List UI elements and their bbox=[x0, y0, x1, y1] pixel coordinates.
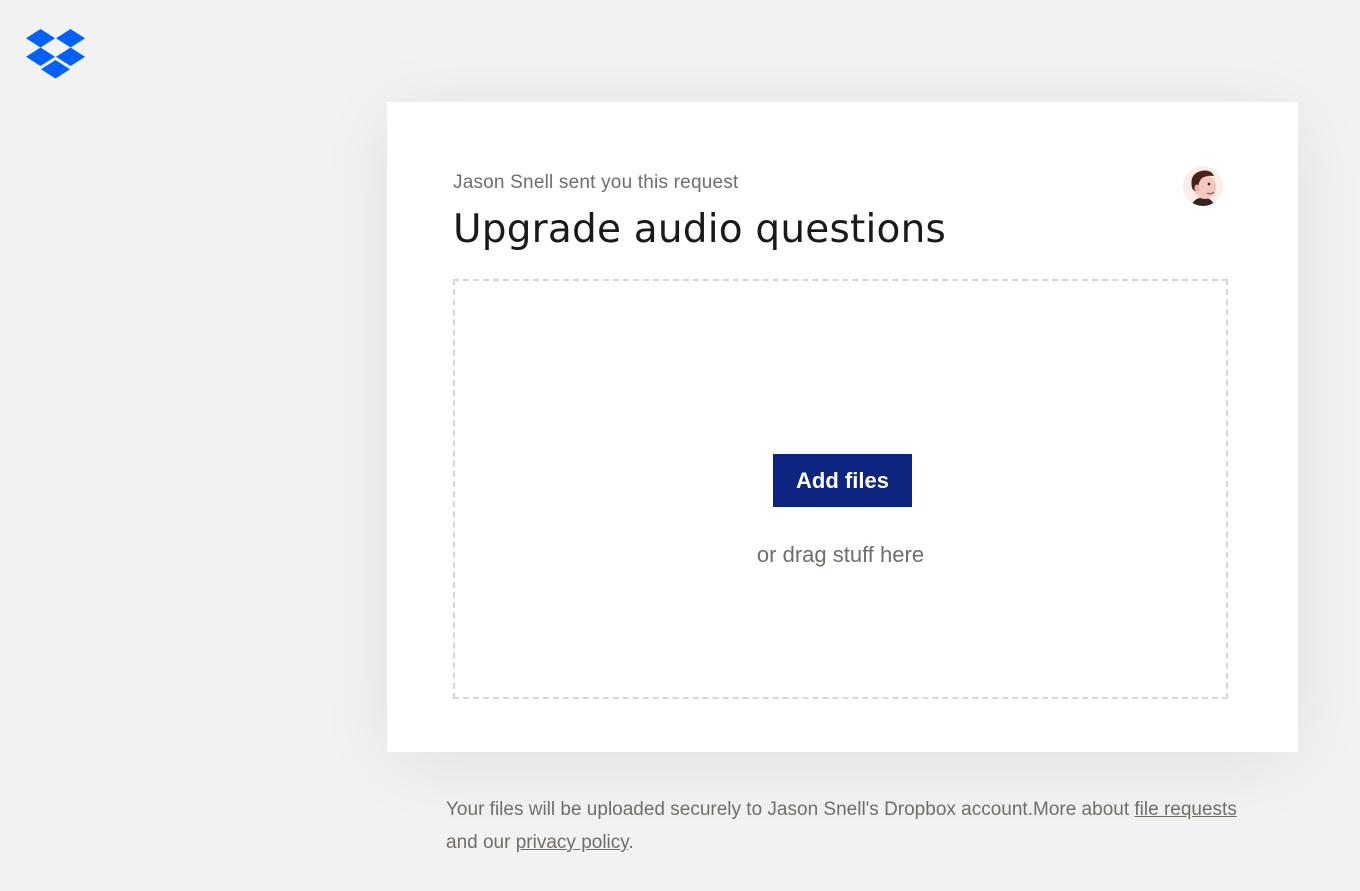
request-title: Upgrade audio questions bbox=[453, 207, 947, 252]
footer-text-end: . bbox=[628, 832, 634, 853]
sender-text: Jason Snell sent you this request bbox=[453, 172, 739, 193]
drag-hint-text: or drag stuff here bbox=[756, 542, 925, 567]
dropbox-logo-icon[interactable] bbox=[26, 29, 85, 79]
file-requests-link[interactable]: file requests bbox=[1134, 799, 1236, 820]
footer-notice: Your files will be uploaded securely to … bbox=[446, 793, 1256, 859]
footer-text-before: Your files will be uploaded securely to … bbox=[446, 799, 1135, 820]
privacy-policy-link[interactable]: privacy policy bbox=[516, 832, 629, 853]
add-files-button[interactable]: Add files bbox=[773, 454, 912, 507]
file-drop-zone[interactable]: Add files or drag stuff here bbox=[453, 279, 1228, 699]
avatar-portrait-icon bbox=[1183, 166, 1223, 206]
file-request-card: Jason Snell sent you this request Upgrad… bbox=[387, 102, 1298, 752]
footer-text-middle: and our bbox=[446, 832, 516, 853]
